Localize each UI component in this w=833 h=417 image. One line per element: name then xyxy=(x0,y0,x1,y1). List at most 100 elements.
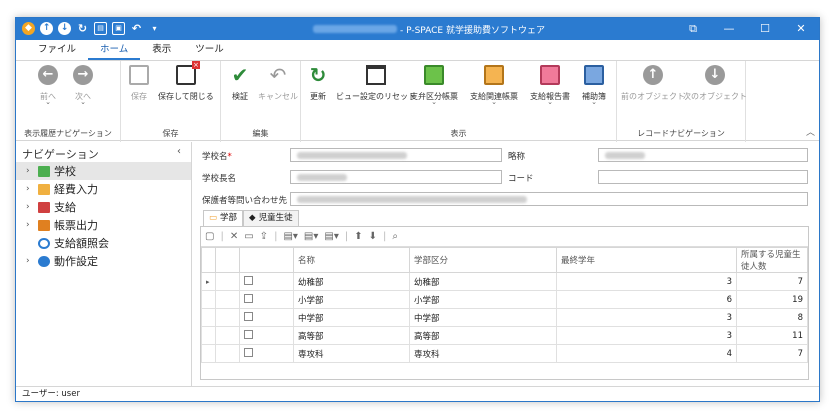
expand-icon[interactable]: › xyxy=(26,220,38,230)
row-checkbox[interactable] xyxy=(244,311,253,321)
row-checkbox[interactable] xyxy=(244,329,253,339)
school-name-field[interactable] xyxy=(290,148,502,162)
ribbon-collapse-icon[interactable]: ︿ xyxy=(806,125,815,138)
tab-students[interactable]: ◆ 児童生徒 xyxy=(243,210,299,226)
nav-item-expense[interactable]: › 経費入力 xyxy=(16,180,191,198)
principal-field[interactable] xyxy=(290,170,502,184)
move-down-icon[interactable]: ⬇ xyxy=(369,231,377,242)
contact-field[interactable] xyxy=(290,192,808,206)
export-icon[interactable]: ⇪ xyxy=(260,231,268,242)
expand-icon[interactable]: › xyxy=(26,166,38,176)
back-button[interactable]: ← 前へ ⌄ xyxy=(38,65,58,106)
menu-view[interactable]: 表示 xyxy=(140,40,183,60)
cell-count[interactable]: 19 xyxy=(736,290,808,309)
table-row[interactable]: ▸ 幼稚部 幼稚部 3 7 xyxy=(201,272,808,291)
close-button[interactable]: ✕ xyxy=(783,18,819,40)
folder-icon: ▭ xyxy=(209,213,218,223)
nav-item-school[interactable]: › 学校 xyxy=(16,162,191,180)
refresh-button[interactable]: ↻ 更新 xyxy=(308,65,328,102)
group-label: 表示 xyxy=(450,129,467,138)
cell-grade[interactable]: 6 xyxy=(556,290,737,309)
cell-name[interactable]: 幼稚部 xyxy=(293,272,410,291)
delete-icon[interactable]: ✕ xyxy=(230,231,238,242)
next-object-button[interactable]: ↓ 次のオブジェクト xyxy=(683,65,747,102)
cell-count[interactable]: 8 xyxy=(736,308,808,327)
upload-icon[interactable]: ↑ xyxy=(40,22,53,35)
report-dropdown-icon[interactable]: ▤▾ xyxy=(304,231,318,242)
cell-grade[interactable]: 3 xyxy=(556,272,737,291)
menu-bar: ファイル ホーム 表示 ツール xyxy=(16,40,819,60)
cell-name[interactable]: 中学部 xyxy=(293,308,410,327)
expand-icon[interactable]: › xyxy=(26,202,38,212)
nav-item-payment[interactable]: › 支給 xyxy=(16,198,191,216)
link-icon[interactable]: ▭ xyxy=(244,231,253,242)
move-up-icon[interactable]: ⬆ xyxy=(354,231,362,242)
reset-view-button[interactable]: ビュー設定のリセット xyxy=(336,65,416,102)
restore-layout-button[interactable]: ⧉ xyxy=(675,18,711,40)
report-dropdown-icon[interactable]: ▤▾ xyxy=(324,231,338,242)
download-icon[interactable]: ↓ xyxy=(58,22,71,35)
table-row[interactable]: 中学部 中学部 3 8 xyxy=(201,308,808,327)
col-student-count[interactable]: 所属する児童生徒人数 xyxy=(736,247,808,273)
menu-file[interactable]: ファイル xyxy=(26,40,88,60)
undo-icon[interactable]: ↶ xyxy=(130,22,143,35)
cell-grade[interactable]: 3 xyxy=(556,326,737,345)
group-label: 表示履歴ナビゲーション xyxy=(24,129,112,138)
expand-icon[interactable]: › xyxy=(26,184,38,194)
code-field[interactable] xyxy=(598,170,808,184)
nav-collapse-icon[interactable]: ‹ xyxy=(177,146,181,157)
search-icon[interactable]: ⌕ xyxy=(392,231,398,242)
col-name[interactable]: 名称 xyxy=(293,247,410,273)
table-row[interactable]: 小学部 小学部 6 19 xyxy=(201,290,808,309)
refresh-icon[interactable]: ↻ xyxy=(76,22,89,35)
menu-home[interactable]: ホーム xyxy=(88,40,141,60)
cell-grade[interactable]: 3 xyxy=(556,308,737,327)
pay-related-report-button[interactable]: 支給関連帳票 ⌄ xyxy=(470,65,518,106)
cell-count[interactable]: 7 xyxy=(736,344,808,363)
row-checkbox[interactable] xyxy=(244,347,253,357)
cell-name[interactable]: 小学部 xyxy=(293,290,410,309)
col-category[interactable]: 学部区分 xyxy=(409,247,557,273)
maximize-button[interactable]: ☐ xyxy=(747,18,783,40)
tab-department[interactable]: ▭ 学部 xyxy=(203,210,244,226)
nav-item-inquiry[interactable]: 支給額照会 xyxy=(16,234,191,252)
layout-icon[interactable]: ▤ xyxy=(94,22,107,35)
table-row[interactable]: 高等部 高等部 3 11 xyxy=(201,326,808,345)
save-close-button[interactable]: × 保存して閉じる xyxy=(158,61,214,102)
pay-category-report-button[interactable]: 支弁区分帳票 ⌄ xyxy=(410,65,458,106)
nav-item-report[interactable]: › 帳票出力 xyxy=(16,216,191,234)
expand-icon[interactable]: › xyxy=(26,256,38,266)
row-checkbox[interactable] xyxy=(244,275,253,285)
nav-item-settings[interactable]: › 動作設定 xyxy=(16,252,191,270)
aux-book-button[interactable]: 補助簿 ⌄ xyxy=(582,65,606,106)
cell-category[interactable]: 中学部 xyxy=(409,308,557,327)
table-row[interactable]: 専攻科 専攻科 4 7 xyxy=(201,344,808,363)
cell-category[interactable]: 小学部 xyxy=(409,290,557,309)
cell-grade[interactable]: 4 xyxy=(556,344,737,363)
cell-name[interactable]: 専攻科 xyxy=(293,344,410,363)
cancel-button[interactable]: ↶ キャンセル xyxy=(258,65,298,102)
folder-icon xyxy=(38,183,50,195)
menu-tools[interactable]: ツール xyxy=(183,40,236,60)
report-dropdown-icon[interactable]: ▤▾ xyxy=(283,231,297,242)
cell-category[interactable]: 高等部 xyxy=(409,326,557,345)
pay-report-button[interactable]: 支給報告書 ⌄ xyxy=(530,65,570,106)
group-view: ↻ 更新 ビュー設定のリセット 支弁区分帳票 ⌄ 支給関連帳票 ⌄ 支給報告書 ⌄ xyxy=(301,61,617,142)
cell-count[interactable]: 11 xyxy=(736,326,808,345)
cell-count[interactable]: 7 xyxy=(736,272,808,291)
prev-object-button[interactable]: ↑ 前のオブジェクト xyxy=(621,65,685,102)
col-final-grade[interactable]: 最終学年 xyxy=(556,247,737,273)
verify-button[interactable]: ✔ 検証 xyxy=(230,65,250,102)
save-icon[interactable]: ▣ xyxy=(112,22,125,35)
cell-name[interactable]: 高等部 xyxy=(293,326,410,345)
short-name-field[interactable] xyxy=(598,148,808,162)
chevron-down-icon[interactable]: ▾ xyxy=(148,22,161,35)
row-checkbox[interactable] xyxy=(244,293,253,303)
new-document-icon[interactable]: ▢ xyxy=(205,231,214,242)
forward-button[interactable]: → 次へ ⌄ xyxy=(73,65,93,106)
save-button[interactable]: 保存 xyxy=(129,65,149,102)
cell-category[interactable]: 専攻科 xyxy=(409,344,557,363)
cell-category[interactable]: 幼稚部 xyxy=(409,272,557,291)
navigation-pane: ナビゲーション ‹ › 学校 › 経費入力 › 支給 › 帳票出力 支給額照会 › 動作設… xyxy=(16,142,192,387)
minimize-button[interactable]: — xyxy=(711,18,747,40)
